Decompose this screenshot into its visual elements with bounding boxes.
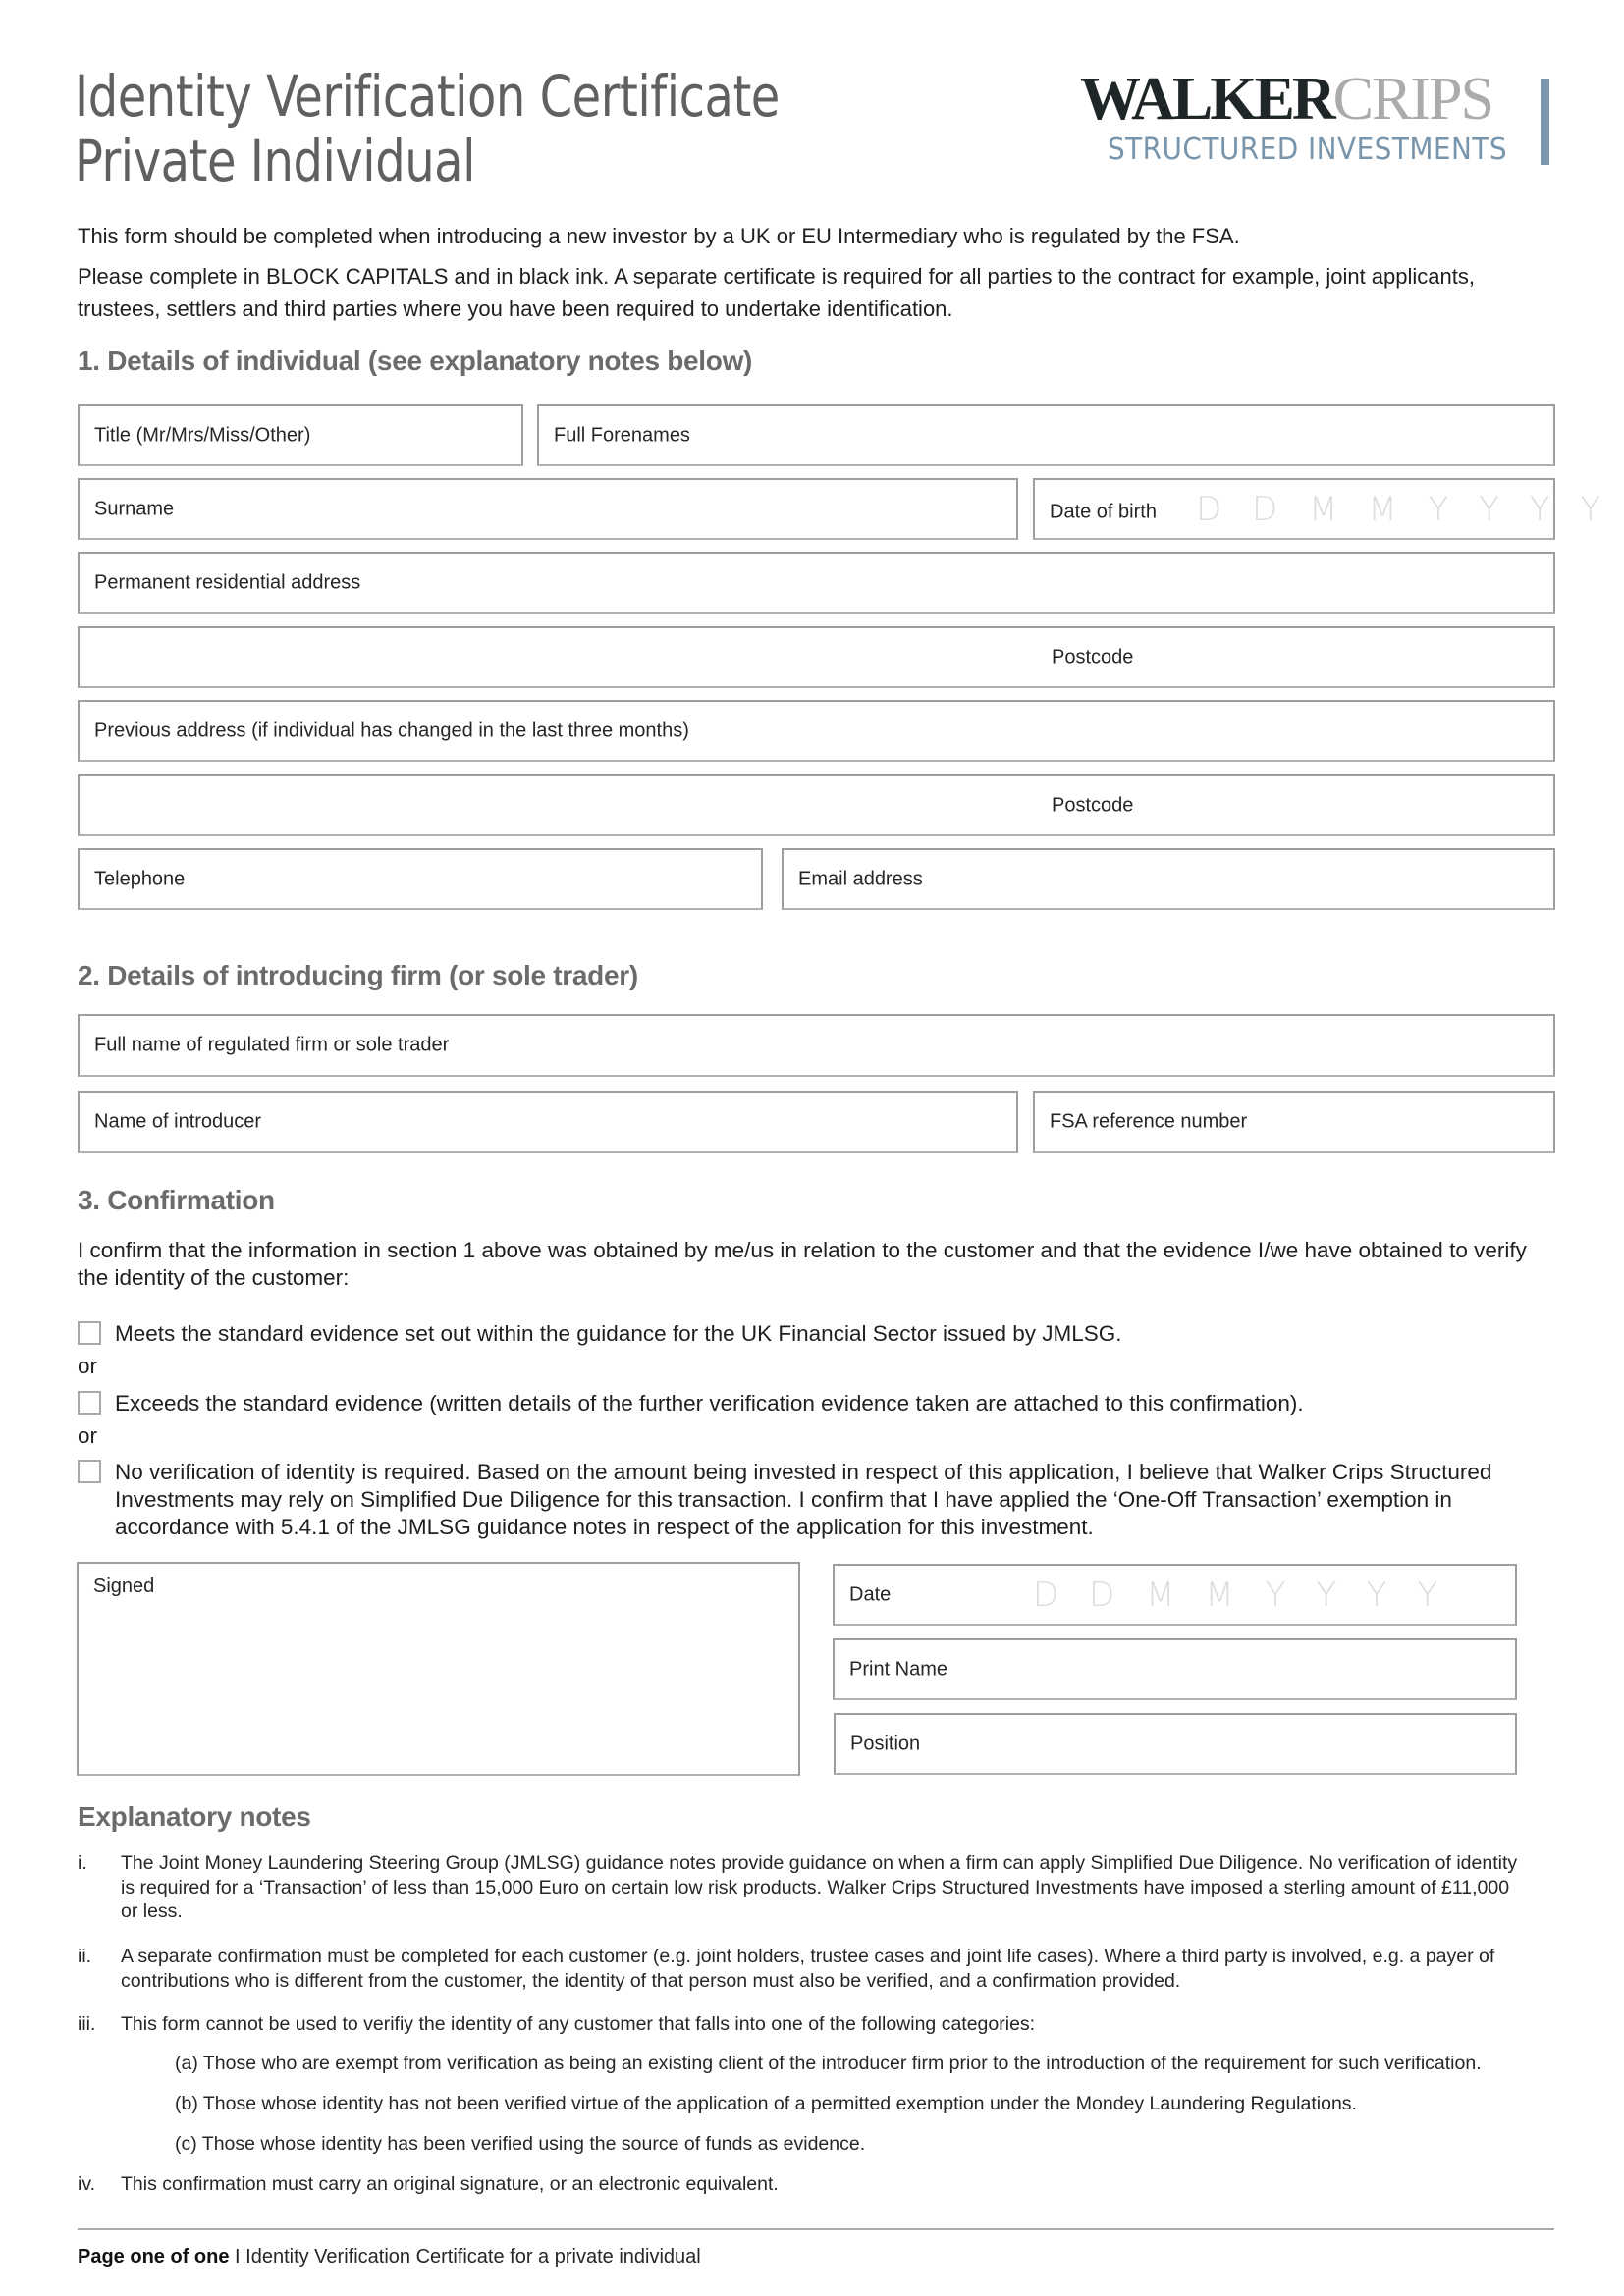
checkbox-exceeds-standard[interactable]: [78, 1391, 101, 1415]
confirmation-date-label: Date: [849, 1583, 892, 1605]
logo-wordmark: WALKERCRIPS: [1080, 66, 1494, 133]
confirmation-date-field[interactable]: Date D DM MY Y Y Y: [833, 1564, 1517, 1626]
note-subitem: (c) Those whose identity has been verifi…: [175, 2133, 866, 2155]
note-text: A separate confirmation must be complete…: [121, 1946, 1495, 1992]
email-label: Email address: [798, 868, 923, 889]
previous-postcode-label: Postcode: [1052, 794, 1134, 816]
signature-field[interactable]: Signed: [77, 1562, 800, 1776]
print-name-label: Print Name: [849, 1658, 948, 1680]
forenames-label: Full Forenames: [554, 424, 690, 446]
postcode-label: Postcode: [1052, 646, 1134, 667]
introducer-name-field[interactable]: Name of introducer: [78, 1091, 1018, 1153]
email-field[interactable]: Email address: [782, 848, 1555, 910]
confirmation-statement: I confirm that the information in sectio…: [78, 1238, 1527, 1290]
checkbox-meets-standard[interactable]: [78, 1321, 101, 1345]
signed-label: Signed: [93, 1575, 155, 1597]
residential-address-line2-field[interactable]: Postcode: [78, 626, 1555, 688]
section-1-heading: 1. Details of individual (see explanator…: [78, 346, 753, 376]
residential-address-field[interactable]: Permanent residential address: [78, 552, 1555, 614]
checkbox-no-verification[interactable]: [78, 1460, 101, 1483]
logo-word-crips: CRIPS: [1332, 66, 1494, 133]
footer-divider: [78, 2228, 1554, 2230]
forenames-field[interactable]: Full Forenames: [537, 404, 1555, 466]
walker-crips-logo: WALKERCRIPS STRUCTURED INVESTMENTS: [1080, 69, 1561, 177]
dob-placeholder: D DM MY Y Y Y: [1196, 489, 1611, 529]
option-exceeds-standard[interactable]: Exceeds the standard evidence (written d…: [78, 1390, 1555, 1417]
dob-label: Date of birth: [1050, 501, 1157, 522]
residential-address-label: Permanent residential address: [94, 571, 361, 593]
explanatory-notes-heading: Explanatory notes: [78, 1801, 311, 1832]
note-subitem: (a) Those who are exempt from verificati…: [175, 2053, 1482, 2074]
option-no-verification-text: No verification of identity is required.…: [115, 1460, 1492, 1539]
page-footer: Page one of one I Identity Verification …: [78, 2246, 701, 2269]
page-number: Page one of one: [78, 2246, 230, 2268]
note-item: iv. This confirmation must carry an orig…: [78, 2172, 1531, 2197]
surname-field[interactable]: Surname: [78, 478, 1018, 540]
note-number: iii.: [78, 2013, 96, 2035]
telephone-field[interactable]: Telephone: [78, 848, 763, 910]
title-label: Title (Mr/Mrs/Miss/Other): [94, 424, 311, 446]
note-subitem: (b) Those whose identity has not been ve…: [175, 2093, 1357, 2114]
position-label: Position: [850, 1733, 921, 1754]
or-separator-2: or: [78, 1423, 98, 1448]
note-text: This confirmation must carry an original…: [121, 2173, 779, 2195]
fsa-reference-label: FSA reference number: [1050, 1110, 1248, 1133]
note-item: i. The Joint Money Laundering Steering G…: [78, 1851, 1531, 1924]
logo-subtitle: STRUCTURED INVESTMENTS: [1108, 133, 1507, 167]
section-3-heading: 3. Confirmation: [78, 1185, 275, 1215]
date-of-birth-field[interactable]: Date of birth D DM MY Y Y Y: [1033, 478, 1600, 540]
footer-separator: I: [229, 2246, 246, 2268]
position-field[interactable]: Position: [834, 1713, 1517, 1775]
confirmation-date-placeholder: D DM MY Y Y Y: [1033, 1575, 1448, 1615]
title-field[interactable]: Title (Mr/Mrs/Miss/Other): [78, 404, 523, 466]
or-separator-1: or: [78, 1354, 98, 1378]
previous-address-label: Previous address (if individual has chan…: [94, 720, 689, 741]
note-number: iv.: [78, 2173, 96, 2195]
previous-address-line2-field[interactable]: Postcode: [78, 774, 1555, 836]
note-text: This form cannot be used to verifiy the …: [121, 2013, 1036, 2035]
logo-accent-bar: [1541, 79, 1549, 165]
fsa-reference-field[interactable]: FSA reference number: [1033, 1091, 1555, 1153]
page-subtitle: Private Individual: [75, 128, 476, 194]
section-2-heading: 2. Details of introducing firm (or sole …: [78, 960, 638, 990]
option-meets-standard-text: Meets the standard evidence set out with…: [115, 1321, 1122, 1346]
note-number: i.: [78, 1852, 87, 1874]
option-no-verification[interactable]: No verification of identity is required.…: [78, 1459, 1555, 1541]
firm-name-label: Full name of regulated firm or sole trad…: [94, 1034, 450, 1056]
introducer-name-label: Name of introducer: [94, 1110, 262, 1133]
note-item: iii. This form cannot be used to verifiy…: [78, 2012, 1531, 2037]
note-text: The Joint Money Laundering Steering Grou…: [121, 1852, 1518, 1922]
option-exceeds-standard-text: Exceeds the standard evidence (written d…: [115, 1391, 1304, 1415]
footer-description: Identity Verification Certificate for a …: [245, 2246, 701, 2268]
surname-label: Surname: [94, 498, 175, 519]
intro-text-2: Please complete in BLOCK CAPITALS and in…: [78, 264, 1475, 321]
page-title: Identity Verification Certificate: [75, 63, 780, 130]
intro-text-1: This form should be completed when intro…: [78, 224, 1240, 248]
option-meets-standard[interactable]: Meets the standard evidence set out with…: [78, 1320, 1555, 1348]
logo-word-walker: WALKER: [1080, 66, 1336, 133]
note-number: ii.: [78, 1946, 92, 1967]
firm-name-field[interactable]: Full name of regulated firm or sole trad…: [78, 1014, 1555, 1077]
print-name-field[interactable]: Print Name: [833, 1638, 1517, 1700]
telephone-label: Telephone: [94, 868, 186, 889]
note-item: ii. A separate confirmation must be comp…: [78, 1945, 1531, 1993]
previous-address-field[interactable]: Previous address (if individual has chan…: [78, 700, 1555, 762]
